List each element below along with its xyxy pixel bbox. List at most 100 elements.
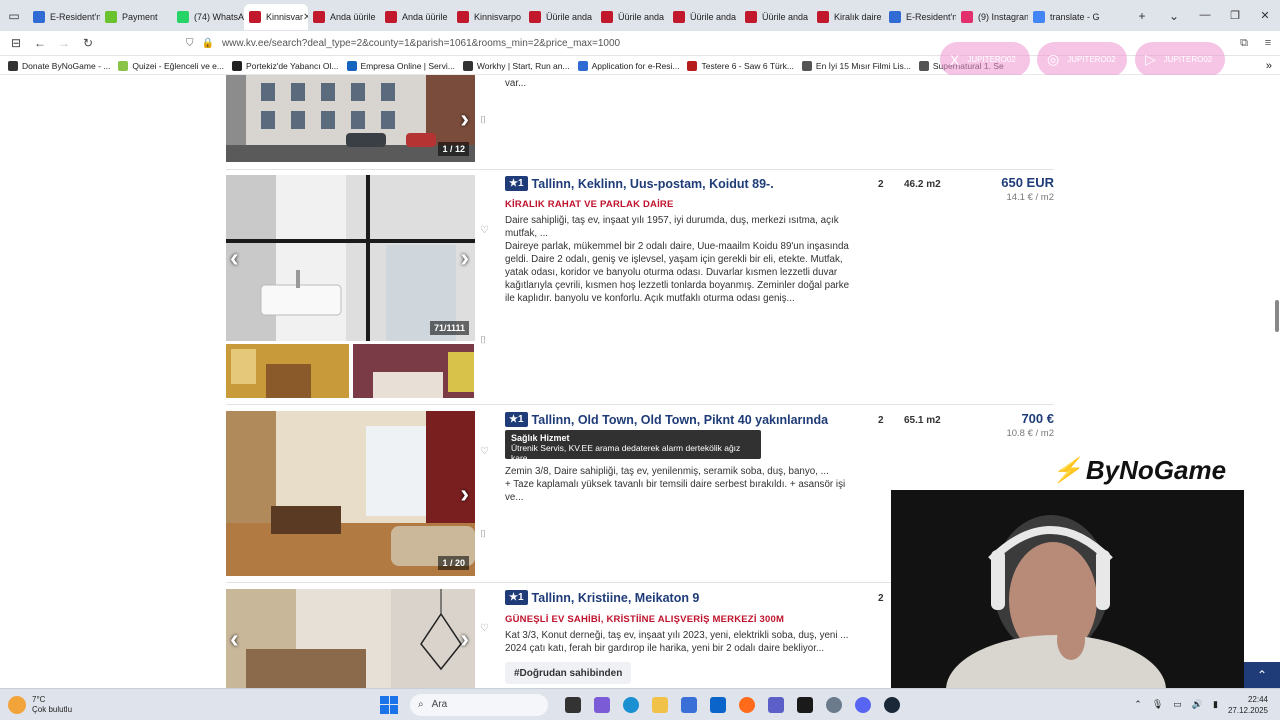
browser-tab[interactable]: E-Resident'n — [28, 4, 100, 30]
tab-label: Kinnisvar — [266, 12, 304, 22]
browser-tab[interactable]: Anda üürile — [308, 4, 380, 30]
battery-icon[interactable]: ▮ — [1213, 699, 1218, 710]
tag-chip[interactable]: #Doğrudan sahibinden — [505, 662, 632, 684]
tab-actions-icon[interactable]: ▭ — [0, 0, 28, 31]
next-photo-arrow[interactable]: › — [460, 103, 469, 134]
bookmark-item[interactable]: Quizei - Eğlenceli ve e... — [118, 60, 224, 71]
outlook-icon[interactable] — [703, 694, 732, 716]
discord-icon[interactable] — [848, 694, 877, 716]
forward-button[interactable]: → — [52, 36, 76, 50]
logo-text: ByNoGame — [1085, 455, 1227, 485]
maximize-button[interactable]: ❐ — [1220, 9, 1250, 22]
listing-photo[interactable]: › 1 / 20 — [226, 411, 475, 576]
tab-label: Anda üürile — [330, 12, 376, 22]
terminal-icon[interactable] — [790, 694, 819, 716]
listing-photo[interactable]: ‹ › — [226, 589, 475, 688]
tab-favicon-icon — [889, 11, 901, 23]
instagram-icon: ◎ — [1047, 51, 1060, 67]
clock-date: 27.12.2025 — [1227, 705, 1268, 715]
browser-tab[interactable]: Kinnisvar ✕ — [244, 4, 308, 30]
sidebar-toggle-icon[interactable]: ⊟ — [4, 36, 28, 50]
heart-icon[interactable]: ♡ — [480, 446, 489, 457]
previous-photo-arrow[interactable]: ‹ — [230, 623, 239, 654]
browser-tab[interactable]: Anda üürile — [380, 4, 452, 30]
tab-list-chevron-icon[interactable]: ⌄ — [1158, 9, 1190, 23]
bookmark-item[interactable]: Portekiz'de Yabancı Ol... — [232, 60, 339, 71]
store-icon[interactable] — [674, 694, 703, 716]
browser-tab[interactable]: (9) Instagran — [956, 4, 1028, 30]
bookmark-favicon-icon — [577, 60, 588, 71]
camera-icon[interactable]: ⌷ — [480, 529, 486, 540]
bookmark-label: Application for e-Resi... — [591, 60, 680, 71]
listing-photo[interactable]: ‹ › 71/1111 — [226, 175, 475, 341]
scrollbar-thumb[interactable] — [1275, 300, 1279, 332]
browser-tab[interactable]: E-Resident'n — [884, 4, 956, 30]
camera-icon[interactable]: ⌷ — [480, 335, 486, 346]
microphone-icon[interactable]: 🎙 — [1152, 699, 1163, 710]
bookmark-item[interactable]: Donate ByNoGame - ... — [8, 60, 110, 71]
browser-tab[interactable]: translate - G — [1028, 4, 1100, 30]
bookmark-favicon-icon — [918, 60, 929, 71]
camera-icon[interactable]: ⌷ — [480, 115, 486, 126]
volume-icon[interactable]: 🔊 — [1192, 699, 1203, 710]
next-photo-arrow[interactable]: › — [460, 478, 469, 509]
browser-tab[interactable]: Payment — [100, 4, 172, 30]
scroll-to-top-button[interactable]: ⌃ — [1244, 662, 1280, 688]
weather-widget[interactable]: 7°C Çok bulutlu — [8, 695, 128, 715]
teams-icon[interactable] — [761, 694, 790, 716]
menu-icon[interactable]: ≡ — [1256, 37, 1280, 49]
rooms-count: 2 — [878, 593, 884, 604]
file-explorer-icon[interactable] — [645, 694, 674, 716]
minimize-button[interactable]: — — [1190, 9, 1220, 22]
listing-thumbnail[interactable] — [353, 344, 474, 398]
bookmark-item[interactable]: Testere 6 - Saw 6 Türk... — [687, 60, 794, 71]
tab-label: Üürile anda — [762, 12, 809, 22]
listing-title[interactable]: Tallinn, Kristiine, Meikaton 9 — [532, 591, 700, 605]
heart-icon[interactable]: ♡ — [480, 623, 489, 634]
next-photo-arrow[interactable]: › — [460, 623, 469, 654]
new-tab-button[interactable]: + — [1126, 9, 1158, 23]
browser-tab[interactable]: (74) WhatsA — [172, 4, 244, 30]
previous-photo-arrow[interactable]: ‹ — [230, 243, 239, 274]
browser-tab[interactable]: Üürile anda — [668, 4, 740, 30]
listing-title[interactable]: Tallinn, Old Town, Old Town, Piknt 40 ya… — [532, 413, 829, 427]
browser-tab[interactable]: Kiralık daire — [812, 4, 884, 30]
edge-icon[interactable] — [616, 694, 645, 716]
browser-tab[interactable]: Kinnisvarpo — [452, 4, 524, 30]
tab-label: (9) Instagran — [978, 12, 1028, 22]
bookmarks-overflow-icon[interactable]: » — [1266, 60, 1272, 72]
copilot-icon[interactable] — [587, 694, 616, 716]
task-view-icon[interactable] — [558, 694, 587, 716]
bookmark-item[interactable]: Workhy | Start, Run an... — [462, 60, 570, 71]
tray-chevron-icon[interactable]: ⌃ — [1134, 699, 1142, 710]
listing-thumbnail[interactable] — [226, 344, 349, 398]
search-icon: ⌕ — [418, 699, 424, 710]
taskbar-search[interactable]: ⌕ Ara — [410, 693, 548, 716]
address-bar[interactable]: ⛉ 🔒 www.kv.ee/search?deal_type=2&county=… — [186, 33, 1066, 53]
extensions-icon[interactable]: ⧉ — [1232, 37, 1256, 50]
listing-title[interactable]: Tallinn, Keklinn, Uus-postam, Koidut 89-… — [532, 177, 774, 191]
bookmark-item[interactable]: En İyi 15 Mısır Filmi Lis... — [801, 60, 911, 71]
youtube-icon: ▷ — [1145, 51, 1156, 67]
social-pill-x: X JUPITERO02 — [940, 42, 1030, 77]
settings-icon[interactable] — [819, 694, 848, 716]
network-icon[interactable]: ▭ — [1173, 699, 1182, 710]
browser-tab[interactable]: Üürile anda — [596, 4, 668, 30]
bookmark-item[interactable]: Application for e-Resi... — [577, 60, 680, 71]
browser-tab[interactable]: Üürile anda — [740, 4, 812, 30]
browser-tab[interactable]: Üürile anda — [524, 4, 596, 30]
listing-photo[interactable]: › 1 / 12 — [226, 75, 475, 162]
clock[interactable]: 22:44 27.12.2025 — [1228, 694, 1268, 716]
back-button[interactable]: ← — [28, 36, 52, 50]
bookmark-item[interactable]: Empresa Online | Servi... — [346, 60, 455, 71]
next-photo-arrow[interactable]: › — [460, 243, 469, 274]
start-button[interactable] — [380, 695, 398, 714]
steam-icon[interactable] — [877, 694, 906, 716]
reload-button[interactable]: ↻ — [76, 36, 100, 50]
tab-favicon-icon — [105, 11, 117, 23]
close-window-button[interactable]: ✕ — [1250, 9, 1280, 22]
firefox-icon[interactable] — [732, 694, 761, 716]
tab-bar: ▭ E-Resident'n Payment (74) WhatsA Kinnisva… — [0, 0, 1280, 31]
tab-favicon-icon — [249, 11, 261, 23]
heart-icon[interactable]: ♡ — [480, 225, 489, 236]
